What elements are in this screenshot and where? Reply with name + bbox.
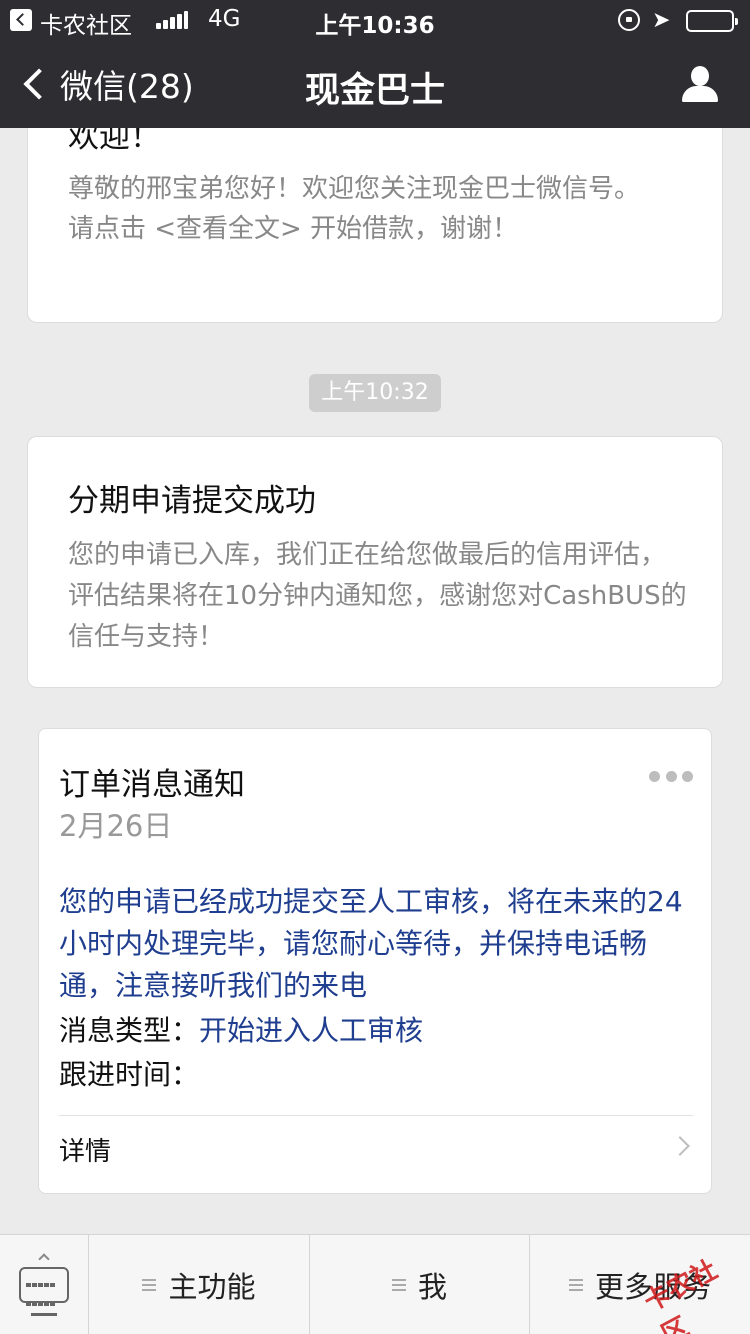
- welcome-body-text: 尊敬的邢宝弟您好！欢迎您关注现金巴士微信号。 请点击 <查看全文> 开始借款，谢…: [68, 174, 641, 244]
- order-notice-heading: 订单消息通知: [59, 767, 245, 803]
- menu-main-function[interactable]: 主功能: [89, 1235, 310, 1334]
- battery-icon: [686, 10, 738, 32]
- message-type-row: 消息类型：开始进入人工审核: [59, 1009, 423, 1049]
- menu-icon: [568, 1279, 583, 1291]
- menu-icon: [142, 1279, 157, 1291]
- top-bar: 卡农社区 4G 上午10:36 ➤ 微信(28) 现金巴士: [0, 0, 750, 128]
- welcome-heading: 欢迎！: [68, 128, 161, 155]
- followup-time-row: 跟进时间：: [59, 1053, 199, 1093]
- welcome-body: 尊敬的邢宝弟您好！欢迎您关注现金巴士微信号。 请点击 <查看全文> 开始借款，谢…: [68, 169, 688, 249]
- bottom-menu: 主功能 我 更多服务: [0, 1234, 750, 1334]
- chevron-right-icon[interactable]: [670, 1136, 690, 1156]
- detail-link[interactable]: 详情: [59, 1131, 111, 1168]
- order-notice-card[interactable]: 订单消息通知 2月26日 您的申请已经成功提交至人工审核，将在未来的24小时内处…: [38, 728, 712, 1194]
- menu-me[interactable]: 我: [310, 1235, 530, 1334]
- message-type-value: 开始进入人工审核: [199, 1014, 424, 1047]
- divider: [59, 1115, 693, 1116]
- order-notice-date: 2月26日: [59, 809, 173, 843]
- page-title: 现金巴士: [304, 71, 445, 111]
- menu-icon: [391, 1279, 406, 1291]
- status-bar: 卡农社区 4G 上午10:36 ➤: [0, 0, 750, 40]
- submit-success-card[interactable]: 分期申请提交成功 您的申请已入库，我们正在给您做最后的信用评估，评估结果将在10…: [27, 436, 723, 688]
- location-arrow-icon: ➤: [652, 8, 671, 33]
- menu-item-label: 我: [417, 1270, 447, 1304]
- message-timestamp: 上午10:32: [309, 374, 441, 412]
- message-type-label: 消息类型：: [59, 1014, 200, 1047]
- nav-bar: 微信(28) 现金巴士: [0, 40, 750, 128]
- keyboard-icon: [19, 1267, 69, 1316]
- chat-area[interactable]: 欢迎！ 尊敬的邢宝弟您好！欢迎您关注现金巴士微信号。 请点击 <查看全文> 开始…: [0, 128, 750, 1234]
- menu-item-label: 主功能: [168, 1270, 256, 1304]
- submit-success-heading: 分期申请提交成功: [68, 483, 316, 519]
- chevron-up-icon: [38, 1253, 50, 1265]
- order-notice-message: 您的申请已经成功提交至人工审核，将在未来的24小时内处理完毕，请您耐心等待，并保…: [59, 885, 683, 1002]
- submit-success-body: 您的申请已入库，我们正在给您做最后的信用评估，评估结果将在10分钟内通知您，感谢…: [68, 540, 687, 652]
- welcome-message-card[interactable]: 欢迎！ 尊敬的邢宝弟您好！欢迎您关注现金巴士微信号。 请点击 <查看全文> 开始…: [27, 128, 723, 323]
- profile-icon[interactable]: [680, 64, 720, 104]
- more-options-icon[interactable]: [649, 771, 693, 783]
- followup-time-label: 跟进时间：: [59, 1058, 200, 1091]
- keyboard-toggle-button[interactable]: [0, 1235, 89, 1334]
- rotation-lock-icon: [618, 9, 640, 31]
